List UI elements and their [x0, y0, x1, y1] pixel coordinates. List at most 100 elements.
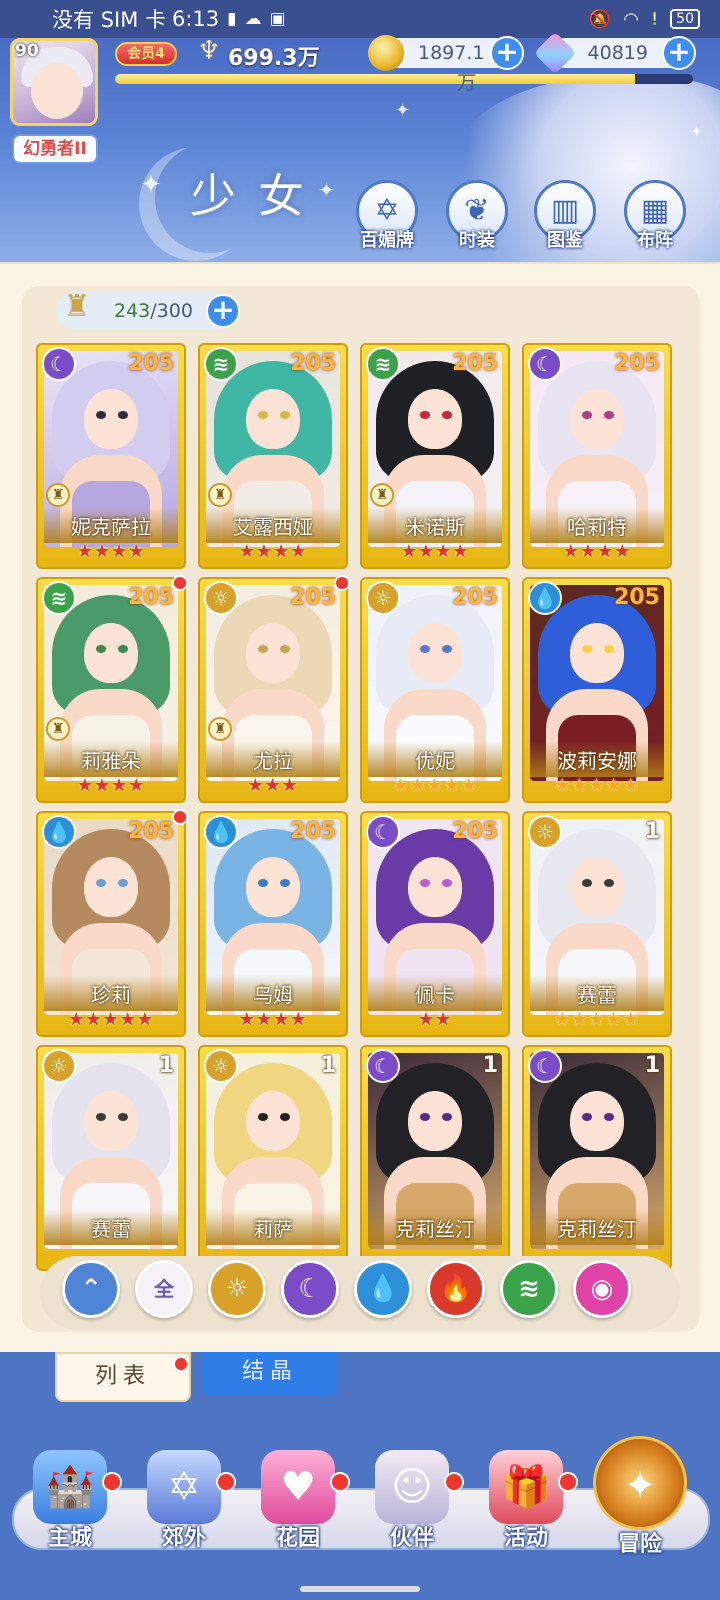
weather-app-icon: ☁ [244, 9, 262, 29]
partner-avatar-icon: ☺ [375, 1450, 449, 1524]
chess-piece-icon: ♜ [208, 717, 232, 741]
player-title-badge[interactable]: 幻勇者II [12, 134, 98, 164]
star-rating: ★★★★ [238, 1009, 308, 1030]
gesture-bar[interactable] [300, 1586, 420, 1592]
nav-label: 活动 [503, 1526, 548, 1551]
backpack-icon: ♜ [63, 289, 91, 324]
star-rating: ★★★★ [400, 541, 470, 562]
character-card[interactable]: ☾ 205 ♜ 妮克萨拉 ★★★★ [36, 343, 186, 569]
nav-notification-dot [330, 1472, 350, 1492]
character-level: 1 [158, 1053, 174, 1078]
character-card[interactable]: ≋ 205 ♜ 艾露西娅 ★★★★ [198, 343, 348, 569]
nav-notification-dot [444, 1472, 464, 1492]
filter-light-button[interactable]: ◉ [573, 1260, 631, 1318]
nav-events[interactable]: 🎁 活动 [472, 1450, 580, 1558]
exp-progress-bar [115, 74, 693, 84]
filter-sun-button[interactable]: ☼ [208, 1260, 266, 1318]
star-rating: ★★★★★ [68, 1009, 154, 1030]
filter-wind-button[interactable]: ≋ [500, 1260, 558, 1318]
filter-all-button[interactable]: 全 [135, 1260, 193, 1318]
expand-capacity-button[interactable]: + [206, 294, 240, 328]
power-crest-icon: ♆ [197, 36, 221, 66]
character-card[interactable]: ☼ 205 ♜ 尤拉 ★★★ [198, 577, 348, 803]
badge-button[interactable]: ✡ 百媚牌 [350, 180, 424, 260]
character-level: 205 [128, 819, 174, 844]
add-gems-button[interactable]: + [662, 36, 696, 70]
character-level: 1 [320, 1053, 336, 1078]
nav-label: 主城 [47, 1526, 92, 1551]
nav-outskirts[interactable]: ✡ 郊外 [130, 1450, 238, 1558]
star-rating: ★★★★ [562, 541, 632, 562]
tab-list[interactable]: 列表 [55, 1352, 191, 1402]
gold-currency: 1897.1万 + [368, 35, 524, 94]
player-avatar[interactable]: 90 [10, 38, 98, 126]
moon-element-icon: ☾ [366, 1049, 400, 1083]
filter-wings-button[interactable]: ⌃ [62, 1260, 120, 1318]
wind-element-icon: ≋ [204, 347, 238, 381]
star-rating: ★★★★ [76, 541, 146, 562]
clock: 6:13 [172, 7, 220, 31]
character-card[interactable]: ☼ 205 优妮 ★★★★★ [360, 577, 510, 803]
sun-element-icon: ☼ [204, 1049, 238, 1083]
character-card[interactable]: ☾ 1 克莉丝汀 [360, 1045, 510, 1271]
tab-crystal[interactable]: 结晶 [202, 1352, 338, 1396]
character-name: 艾露西娅 [233, 515, 313, 539]
character-level: 1 [644, 819, 660, 844]
character-level: 205 [614, 585, 660, 610]
character-card[interactable]: 💧 205 珍莉 ★★★★★ [36, 811, 186, 1037]
character-level: 205 [452, 585, 498, 610]
add-gold-button[interactable]: + [490, 36, 524, 70]
sword-compass-icon: ✦ [593, 1436, 687, 1530]
chess-piece-icon: ♜ [370, 483, 394, 507]
character-name: 莉雅朵 [81, 749, 141, 773]
water-filter-icon: 💧 [366, 1274, 400, 1304]
character-card[interactable]: 💧 205 乌姆 ★★★★ [198, 811, 348, 1037]
character-card[interactable]: ≋ 205 ♜ 米诺斯 ★★★★ [360, 343, 510, 569]
filter-water-button[interactable]: 💧 [354, 1260, 412, 1318]
character-card[interactable]: ☾ 205 佩卡 ★★ [360, 811, 510, 1037]
character-card[interactable]: ☼ 1 莉萨 [198, 1045, 348, 1271]
sparkle-icon: ✦ [395, 100, 411, 121]
codex-button[interactable]: ▥ 图鉴 [528, 180, 602, 260]
character-name: 米诺斯 [405, 515, 465, 539]
character-card[interactable]: ≋ 205 ♜ 莉雅朵 ★★★★ [36, 577, 186, 803]
player-level: 90 [15, 41, 39, 61]
filter-moon-button[interactable]: ☾ [281, 1260, 339, 1318]
nav-notification-dot [216, 1472, 236, 1492]
nav-label: 花园 [275, 1526, 320, 1551]
fire-filter-icon: 🔥 [439, 1274, 473, 1304]
vip-badge[interactable]: 会员4 [115, 42, 177, 66]
character-level: 205 [128, 585, 174, 610]
nav-garden[interactable]: ♥ 花园 [244, 1450, 352, 1558]
nav-label: 郊外 [161, 1526, 206, 1551]
fashion-button[interactable]: ❦ 时装 [440, 180, 514, 260]
water-element-icon: 💧 [528, 581, 562, 615]
character-card[interactable]: ☾ 205 哈莉特 ★★★★ [522, 343, 672, 569]
character-card[interactable]: ☾ 1 克莉丝汀 [522, 1045, 672, 1271]
formation-button[interactable]: ▦ 布阵 [618, 180, 692, 260]
sparkle-icon: ✦ [690, 122, 704, 141]
character-card[interactable]: ☼ 1 赛蕾 [36, 1045, 186, 1271]
gold-coin-icon [368, 35, 404, 71]
character-level: 1 [482, 1053, 498, 1078]
chess-piece-icon: ♜ [46, 483, 70, 507]
sun-element-icon: ☼ [204, 581, 238, 615]
tab-list-notification-dot [173, 1356, 189, 1372]
nav-partners[interactable]: ☺ 伙伴 [358, 1450, 466, 1558]
sun-element-icon: ☼ [42, 1049, 76, 1083]
character-name: 佩卡 [415, 983, 455, 1007]
page-title: 少女 [190, 169, 326, 223]
filter-fire-button[interactable]: 🔥 [427, 1260, 485, 1318]
star-rating: ★★★★ [238, 541, 308, 562]
wind-filter-icon: ≋ [518, 1274, 540, 1304]
character-card[interactable]: ☼ 1 赛蕾 ★★★★★ [522, 811, 672, 1037]
nav-adventure[interactable]: ✦ 冒险 [586, 1436, 694, 1558]
gem-currency: 40819 + [533, 31, 696, 75]
star-rating: ★★★★ [76, 775, 146, 796]
nav-main-city[interactable]: 🏰 主城 [16, 1450, 124, 1558]
sun-element-icon: ☼ [366, 581, 400, 615]
water-element-icon: 💧 [42, 815, 76, 849]
roster-capacity: ♜ 243/300 + [56, 289, 240, 330]
character-card[interactable]: 💧 205 波莉安娜 ★★★★★ [522, 577, 672, 803]
star-rating: ★★★ [247, 775, 299, 796]
